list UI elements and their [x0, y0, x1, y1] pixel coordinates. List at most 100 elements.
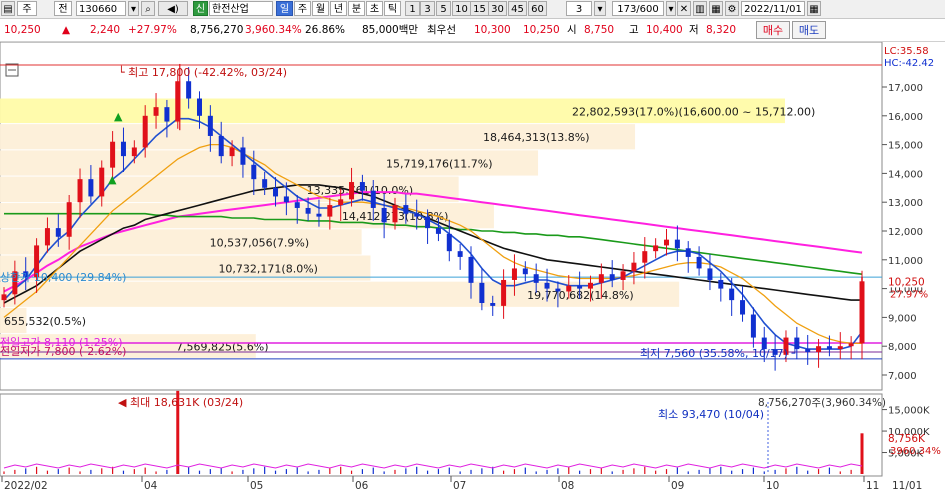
buy-signal-icon: ▲: [108, 173, 117, 186]
candle-body: [587, 282, 593, 289]
candle-body: [229, 147, 235, 157]
volume-profile-label: 22,802,593(17.0%)(16,600.00 ~ 15,712.00): [572, 105, 815, 118]
candle-body: [131, 147, 137, 157]
candle-body: [283, 196, 289, 203]
x-tick-label: 06: [355, 480, 369, 492]
menu-icon[interactable]: ▤: [1, 1, 15, 16]
upper-limit-annotation: 상한가 10,400 (29.84%): [0, 271, 126, 284]
volume-profile-label: 655,532(0.5%): [4, 315, 86, 328]
tab-interval-30[interactable]: 30: [488, 1, 507, 16]
candle-body: [848, 343, 854, 347]
market-select[interactable]: 전: [54, 1, 72, 16]
candle-body: [479, 282, 485, 303]
candle-body: [55, 228, 61, 237]
candle-body: [164, 107, 170, 122]
tab-period-0[interactable]: 일: [276, 1, 293, 16]
best-bid: 10,250: [523, 24, 560, 36]
candle-body: [240, 147, 246, 165]
interval-stepper-icon[interactable]: ▾: [594, 1, 606, 16]
tab-interval-3[interactable]: 3: [420, 1, 435, 16]
candle-body: [349, 182, 355, 200]
buy-button[interactable]: 매수: [756, 21, 790, 39]
candle-body: [273, 187, 279, 197]
candle-body: [685, 248, 691, 257]
max-volume-annotation: ◀ 최대 18,631K (03/24): [118, 396, 243, 409]
bar-chart-icon[interactable]: ▥: [693, 1, 707, 16]
tab-interval-15[interactable]: 15: [470, 1, 489, 16]
volume-profile-label: 18,464,313(13.8%): [483, 131, 590, 144]
open-price: 8,750: [584, 24, 615, 36]
price-tick-label: 7,000: [888, 371, 917, 382]
candle-body: [414, 213, 420, 217]
candle-body: [501, 279, 507, 306]
candle-body: [425, 216, 431, 229]
tab-interval-1[interactable]: 1: [405, 1, 420, 16]
candle-body: [381, 207, 387, 223]
candle-body: [544, 282, 550, 289]
candle-body: [816, 346, 822, 352]
code-dropdown-icon[interactable]: ▾: [128, 1, 139, 16]
candle-body: [609, 274, 615, 280]
interval-input[interactable]: 3: [566, 1, 592, 16]
settings-icon[interactable]: ⚙: [725, 1, 739, 16]
tab-period-1[interactable]: 주: [294, 1, 311, 16]
candle-body: [446, 233, 452, 252]
price-tick-label: 9,000: [888, 313, 917, 324]
candle-body: [718, 279, 724, 289]
volume-tick-label: 15,000K: [888, 406, 930, 417]
x-tick-label: 11: [866, 480, 879, 492]
candle-body: [88, 179, 94, 197]
price-tick-label: 17,000: [888, 83, 923, 94]
tab-interval-60[interactable]: 60: [528, 1, 547, 16]
tab-period-6[interactable]: 틱: [384, 1, 401, 16]
price-tick-label: 14,000: [888, 169, 923, 180]
candle-body: [566, 285, 572, 292]
candle-body: [664, 239, 670, 246]
stock-code-input[interactable]: 130660: [76, 1, 126, 16]
chart-type-icon[interactable]: ✕: [677, 1, 691, 16]
candle-body: [392, 205, 398, 223]
low-price: 8,320: [706, 24, 737, 36]
best-price-label: 최우선: [427, 24, 456, 36]
x-tick-label: 07: [453, 480, 466, 492]
page-count-input[interactable]: 173/600: [612, 1, 664, 16]
stock-name: 한전산업: [209, 1, 273, 16]
candle-body: [674, 239, 680, 249]
tab-period-2[interactable]: 월: [312, 1, 329, 16]
candle-body: [294, 202, 300, 208]
calendar-icon[interactable]: ▦: [807, 1, 821, 16]
candle-body: [359, 182, 365, 191]
mode-select[interactable]: 주: [17, 1, 37, 16]
search-icon[interactable]: ⌕: [141, 1, 155, 16]
candle-body: [490, 303, 496, 306]
candle-body: [1, 294, 7, 301]
prev-low-annotation: 전일저가 7,800 (-2.62%): [0, 344, 126, 358]
tab-interval-10[interactable]: 10: [452, 1, 471, 16]
low-label: 저: [689, 24, 699, 36]
sell-button[interactable]: 매도: [792, 21, 826, 39]
buy-signal-icon: ▲: [114, 110, 123, 123]
low-annotation: 최저 7,560 (35.58%, 10/17) ┘: [640, 346, 798, 360]
current-rate-tag-label: 27.97%: [890, 289, 928, 300]
candle-body: [196, 98, 202, 116]
speaker-icon[interactable]: ◀): [158, 1, 188, 16]
candle-body: [44, 228, 50, 246]
tab-interval-45[interactable]: 45: [508, 1, 527, 16]
current-volume-ratio-tag: 3960.34%: [890, 446, 941, 457]
last-candle-body: [859, 281, 865, 325]
price-chart[interactable]: 22,802,593(17.0%)(16,600.00 ~ 15,712.00)…: [0, 42, 945, 502]
page-stepper-icon[interactable]: ▾: [666, 1, 676, 16]
tab-period-4[interactable]: 분: [348, 1, 365, 16]
tab-period-5[interactable]: 초: [366, 1, 383, 16]
candle-body: [370, 190, 376, 208]
layout-icon[interactable]: ▦: [709, 1, 723, 16]
candle-body: [142, 115, 148, 148]
tab-interval-5[interactable]: 5: [436, 1, 451, 16]
x-tick-label: 2022/02: [4, 480, 48, 492]
candle-body: [696, 256, 702, 269]
candle-body: [262, 179, 268, 188]
tab-period-3[interactable]: 년: [330, 1, 347, 16]
current-price: 10,250: [4, 24, 41, 36]
candle-body: [729, 288, 735, 301]
date-input[interactable]: 2022/11/01: [741, 1, 805, 16]
